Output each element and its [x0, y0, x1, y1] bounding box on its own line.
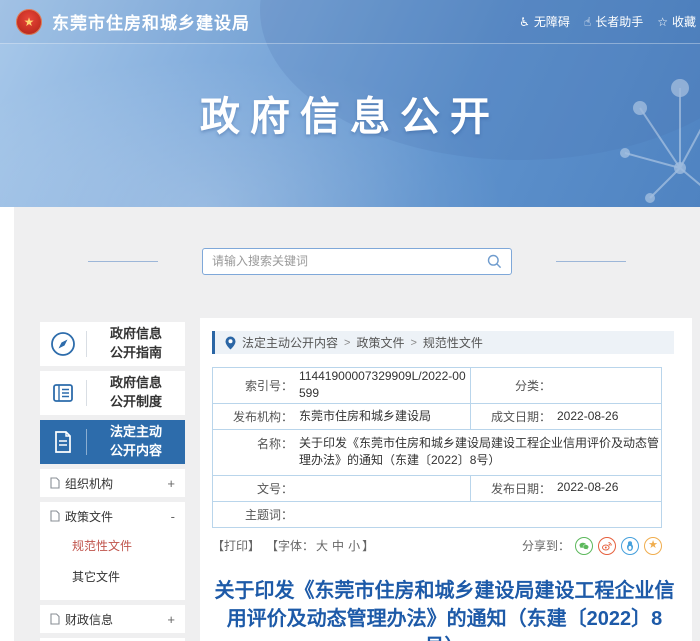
meta-written-date-value: 2022-08-26 [557, 408, 619, 423]
breadcrumb: 法定主动公开内容 > 政策文件 > 规范性文件 [212, 331, 674, 354]
compass-icon [40, 331, 86, 357]
meta-publish-date-label: 发布日期： [490, 481, 551, 496]
meta-index-label: 索引号： [244, 378, 293, 393]
meta-publisher-value: 东莞市住房和城乡建设局 [299, 408, 432, 423]
sidebar-item-policy-files[interactable]: 政策文件 - [40, 502, 185, 530]
sidebar: 政府信息 公开指南 政府信息 公开制度 法定主动 公开内容 组织机构 + 政策文… [40, 322, 185, 641]
sidebar-item-organization[interactable]: 组织机构 + [40, 469, 185, 497]
sidebar-item-finance-label: 财政信息 [65, 612, 114, 627]
qq-icon [627, 540, 633, 551]
meta-publish-date-cell: 发布日期： 2022-08-26 [470, 475, 661, 501]
meta-keywords-label: 主题词： [244, 507, 293, 522]
decor-line-left [88, 260, 158, 262]
search-button[interactable] [487, 254, 502, 269]
accessibility-label: 无障碍 [533, 15, 570, 29]
meta-index-value: 11441900007329909L/2022-00599 [299, 369, 466, 401]
document-icon [40, 430, 86, 454]
favorite-label: 收藏 [671, 15, 696, 29]
site-title[interactable]: 东莞市住房和城乡建设局 [52, 9, 250, 34]
page: ★ 东莞市住房和城乡建设局 ♿ 无障碍 ☝ 长者助手 ☆ 收藏 政府信息公开 请… [0, 0, 700, 641]
search-input[interactable] [212, 254, 487, 268]
elder-assistant-link[interactable]: ☝ 长者助手 [584, 13, 643, 30]
notebook-icon [40, 380, 86, 406]
sidebar-item-organization-label: 组织机构 [65, 476, 114, 491]
print-button[interactable]: 【打印】 [212, 537, 260, 554]
meta-name-cell: 名称： 关于印发《东莞市住房和城乡建设局建设工程企业信用评价及动态管理办法》的通… [213, 435, 661, 470]
article-title: 关于印发《东莞市住房和城乡建设局建设工程企业信用评价及动态管理办法》的通知（东建… [214, 579, 675, 641]
sidebar-item-guide[interactable]: 政府信息 公开指南 [40, 322, 185, 366]
collapse-toggle[interactable]: - [171, 509, 175, 524]
sidebar-item-other-files[interactable]: 其它文件 [40, 561, 185, 592]
breadcrumb-separator: > [344, 336, 351, 349]
font-size-large-button[interactable]: 大 [316, 537, 328, 554]
share-weibo-button[interactable] [598, 536, 616, 555]
breadcrumb-separator: > [410, 336, 417, 349]
search-box [202, 247, 512, 275]
share-qq-button[interactable] [621, 536, 639, 555]
accessibility-icon: ♿ [519, 14, 530, 29]
location-pin-icon [225, 336, 236, 349]
wechat-icon [579, 542, 589, 550]
expand-toggle[interactable]: + [167, 612, 175, 627]
star-outline-icon: ☆ [657, 14, 668, 29]
sidebar-item-statutory-label: 法定主动 公开内容 [109, 424, 162, 458]
meta-name-value: 关于印发《东莞市住房和城乡建设局建设工程企业信用评价及动态管理办法》的通知（东建… [299, 435, 660, 468]
meta-written-date-cell: 成文日期： 2022-08-26 [470, 403, 661, 429]
accessibility-link[interactable]: ♿ 无障碍 [519, 13, 570, 30]
sidebar-item-normative-files[interactable]: 规范性文件 [40, 530, 185, 561]
font-size-medium-button[interactable]: 中 [332, 537, 344, 554]
favorite-link[interactable]: ☆ 收藏 [657, 13, 696, 30]
decor-line-right [556, 260, 626, 262]
share-wechat-button[interactable] [575, 536, 593, 555]
font-size-small-button[interactable]: 小 [348, 537, 360, 554]
meta-written-date-label: 成文日期： [490, 409, 551, 424]
sidebar-item-system[interactable]: 政府信息 公开制度 [40, 371, 185, 415]
share-bar: 分享到： ★ [521, 536, 662, 555]
meta-keywords-cell: 主题词： [213, 506, 661, 523]
meta-index-cell: 索引号： 11441900007329909L/2022-00599 [213, 368, 470, 403]
breadcrumb-item-policy[interactable]: 政策文件 [356, 334, 404, 351]
national-emblem-logo: ★ [16, 8, 42, 35]
sidebar-item-statutory-disclosure[interactable]: 法定主动 公开内容 [40, 420, 185, 464]
qzone-star-icon: ★ [648, 539, 658, 552]
page-icon [50, 510, 60, 522]
meta-publisher-label: 发布机构： [232, 409, 293, 424]
meta-category-label: 分类： [514, 378, 551, 393]
sidebar-item-finance[interactable]: 财政信息 + [40, 605, 185, 633]
topbar: ★ 东莞市住房和城乡建设局 ♿ 无障碍 ☝ 长者助手 ☆ 收藏 [0, 0, 700, 44]
share-qzone-button[interactable]: ★ [644, 536, 662, 555]
sidebar-item-system-label: 政府信息 公开制度 [109, 375, 162, 409]
meta-publish-date-value: 2022-08-26 [557, 480, 619, 495]
meta-category-cell: 分类： [470, 368, 661, 403]
page-icon [50, 477, 60, 489]
font-size-suffix: 】 [362, 539, 375, 554]
main-content: 法定主动公开内容 > 政策文件 > 规范性文件 索引号： 11441900007… [200, 318, 692, 641]
weibo-icon [602, 541, 612, 551]
breadcrumb-item-statutory[interactable]: 法定主动公开内容 [242, 334, 338, 351]
sidebar-item-guide-label: 政府信息 公开指南 [109, 326, 162, 360]
toolbar: 【打印】 【字体： 大 中 小 】 分享到： ★ [212, 536, 662, 555]
page-icon [50, 613, 60, 625]
hand-icon: ☝ [583, 14, 592, 29]
meta-doc-no-label: 文号： [256, 481, 293, 496]
elder-assistant-label: 长者助手 [595, 15, 644, 29]
breadcrumb-item-normative[interactable]: 规范性文件 [423, 334, 483, 351]
header-banner: ★ 东莞市住房和城乡建设局 ♿ 无障碍 ☝ 长者助手 ☆ 收藏 政府信息公开 [0, 0, 700, 207]
meta-doc-no-cell: 文号： [213, 480, 470, 497]
page-title: 政府信息公开 [200, 95, 500, 139]
search-section [14, 245, 700, 277]
sidebar-item-policy-label: 政策文件 [65, 509, 114, 524]
document-meta-table: 索引号： 11441900007329909L/2022-00599 分类： 发… [212, 367, 662, 528]
meta-publisher-cell: 发布机构： 东莞市住房和城乡建设局 [213, 408, 470, 425]
topbar-links: ♿ 无障碍 ☝ 长者助手 ☆ 收藏 [519, 13, 696, 30]
meta-name-label: 名称： [256, 436, 293, 451]
share-label: 分享到： [521, 539, 570, 554]
expand-toggle[interactable]: + [167, 476, 175, 491]
search-icon [487, 254, 502, 268]
font-size-prefix: 【字体： [266, 539, 315, 554]
